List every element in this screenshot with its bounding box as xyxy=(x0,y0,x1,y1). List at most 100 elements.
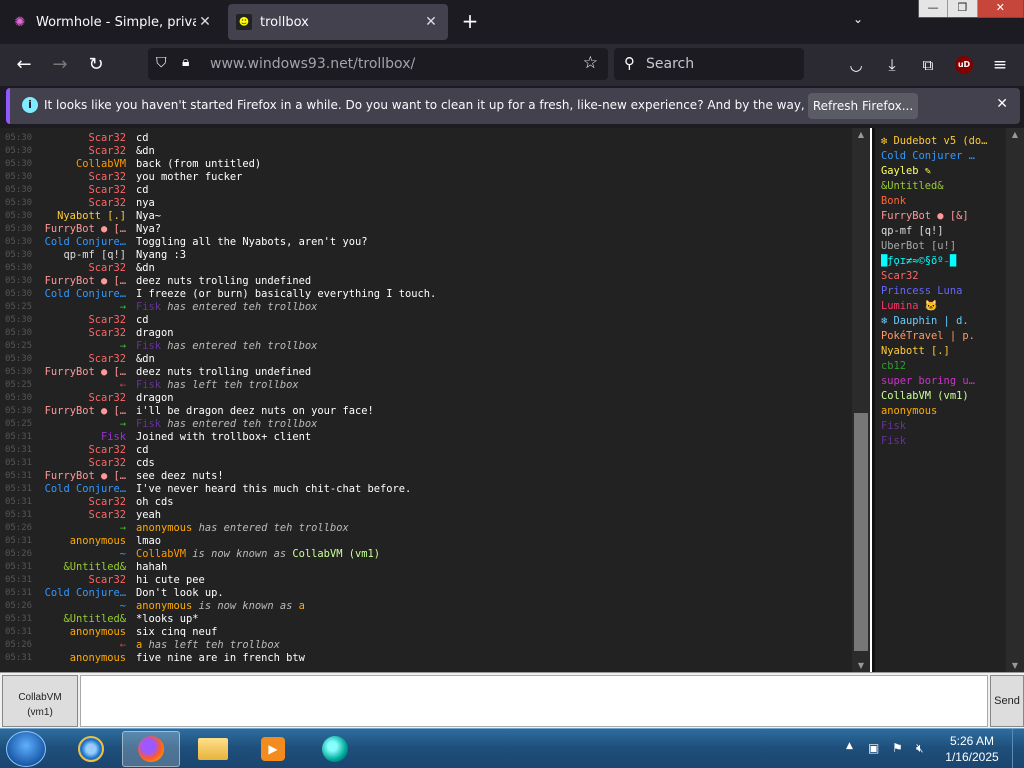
message-nick[interactable]: Scar32 xyxy=(30,314,126,327)
user-list-item[interactable]: ❇ Dudebot v5 (do… xyxy=(881,134,1007,149)
message-nick[interactable]: Nyabott [.] xyxy=(30,210,126,223)
message-nick[interactable]: Scar32 xyxy=(30,392,126,405)
chat-log[interactable]: 05:30 Scar32 cd 05:30 Scar32 &dn 05:30 CollabVM… xyxy=(0,128,870,672)
message-nick[interactable]: Fisk xyxy=(30,431,126,444)
taskbar-internet-explorer[interactable] xyxy=(62,731,120,767)
message-nick[interactable]: Scar32 xyxy=(30,132,126,145)
user-list-item[interactable]: super boring u… xyxy=(881,374,1007,389)
message-nick[interactable]: Scar32 xyxy=(30,574,126,587)
volume-muted-icon[interactable]: 🔇︎ xyxy=(916,741,924,756)
user-list-item[interactable]: Princess Luna xyxy=(881,284,1007,299)
nickname-button[interactable]: CollabVM (vm1) xyxy=(2,675,78,727)
menu-icon[interactable]: ≡ xyxy=(986,52,1014,78)
user-list-item[interactable]: Nyabott [.] xyxy=(881,344,1007,359)
message-nick[interactable]: FurryBot ● [… xyxy=(30,366,126,379)
show-desktop-button[interactable] xyxy=(1012,729,1024,768)
refresh-firefox-button[interactable]: Refresh Firefox... xyxy=(808,93,918,119)
message-nick[interactable]: FurryBot ● [… xyxy=(30,405,126,418)
scrollbar-thumb[interactable] xyxy=(854,413,868,651)
user-list-item[interactable]: anonymous xyxy=(881,404,1007,419)
user-list-item[interactable]: Gayleb ✎ xyxy=(881,164,1007,179)
message-nick[interactable]: Scar32 xyxy=(30,184,126,197)
extensions-icon[interactable]: ⧉ xyxy=(914,52,942,78)
show-hidden-icons-icon[interactable]: ▲ xyxy=(846,741,853,751)
message-nick[interactable]: Cold Conjure… xyxy=(30,236,126,249)
new-tab-button[interactable]: + xyxy=(458,10,482,34)
message-nick[interactable]: FurryBot ● [… xyxy=(30,470,126,483)
tab-wormhole[interactable]: ✺ Wormhole - Simple, private file ✕ xyxy=(4,4,222,40)
message-nick[interactable]: Scar32 xyxy=(30,327,126,340)
url-text[interactable]: www.windows93.net/trollbox/ xyxy=(210,56,415,72)
user-list-item[interactable]: &Untitled& xyxy=(881,179,1007,194)
message-nick[interactable]: anonymous xyxy=(30,535,126,548)
minimize-button[interactable]: — xyxy=(919,0,949,17)
tab-trollbox[interactable]: ☻ trollbox ✕ xyxy=(228,4,448,40)
search-bar[interactable]: ⚲ Search xyxy=(614,48,804,80)
message-nick[interactable]: FurryBot ● [… xyxy=(30,275,126,288)
user-list-item[interactable]: FurryBot ● [&] xyxy=(881,209,1007,224)
message-nick[interactable]: Cold Conjure… xyxy=(30,483,126,496)
reload-icon[interactable]: ↻ xyxy=(82,52,110,78)
lock-icon[interactable]: 🔒︎ xyxy=(182,54,189,70)
message-nick[interactable]: Cold Conjure… xyxy=(30,288,126,301)
user-list-item[interactable]: Scar32 xyxy=(881,269,1007,284)
scroll-down-icon[interactable]: ▼ xyxy=(1006,661,1024,670)
message-nick[interactable]: Scar32 xyxy=(30,457,126,470)
user-list-item[interactable]: ❄ Dauphin | d. xyxy=(881,314,1007,329)
message-nick[interactable]: Scar32 xyxy=(30,496,126,509)
list-all-tabs-icon[interactable]: ⌄ xyxy=(848,12,868,32)
taskbar-explorer[interactable] xyxy=(184,731,242,767)
message-nick[interactable]: &Untitled& xyxy=(30,561,126,574)
action-center-flag-icon[interactable]: ⚑ xyxy=(892,741,903,755)
scroll-up-icon[interactable]: ▲ xyxy=(852,130,870,139)
maximize-button[interactable]: ❐ xyxy=(948,0,978,17)
user-list-item[interactable]: █ƒǫɪ≠≈©§õº₋█ xyxy=(881,254,1007,269)
message-nick[interactable]: Scar32 xyxy=(30,444,126,457)
message-nick[interactable]: qp-mf [q!] xyxy=(30,249,126,262)
ublock-origin-icon[interactable]: uD xyxy=(955,56,973,74)
clock[interactable]: 5:26 AM 1/16/2025 xyxy=(940,733,1004,765)
user-list-item[interactable]: UberBot [u!] xyxy=(881,239,1007,254)
message-nick[interactable]: Scar32 xyxy=(30,262,126,275)
scroll-up-icon[interactable]: ▲ xyxy=(1006,130,1024,139)
close-tab-icon[interactable]: ✕ xyxy=(196,14,214,30)
downloads-icon[interactable]: ⤓ xyxy=(878,52,906,78)
forward-icon[interactable]: → xyxy=(46,52,74,78)
scroll-down-icon[interactable]: ▼ xyxy=(852,661,870,670)
message-nick[interactable]: FurryBot ● [… xyxy=(30,223,126,236)
close-icon[interactable]: ✕ xyxy=(996,96,1008,112)
close-window-button[interactable]: ✕ xyxy=(977,0,1023,17)
user-list-item[interactable]: CollabVM (vm1) xyxy=(881,389,1007,404)
tracking-shield-icon[interactable]: ⛉ xyxy=(156,55,167,71)
message-nick[interactable]: Cold Conjure… xyxy=(30,587,126,600)
message-input[interactable] xyxy=(80,675,988,727)
user-list-item[interactable]: Fisk xyxy=(881,434,1007,449)
user-list-item[interactable]: Lumina 🐱 xyxy=(881,299,1007,314)
bookmark-star-icon[interactable]: ☆ xyxy=(583,53,598,73)
message-nick[interactable]: &Untitled& xyxy=(30,613,126,626)
pocket-icon[interactable]: ◡ xyxy=(842,52,870,78)
url-bar[interactable]: ⛉ 🔒︎ www.windows93.net/trollbox/ ☆ xyxy=(148,48,608,80)
user-list-item[interactable]: Cold Conjurer … xyxy=(881,149,1007,164)
taskbar-media-player[interactable]: ▶ xyxy=(244,731,302,767)
message-nick[interactable]: anonymous xyxy=(30,626,126,639)
start-button[interactable] xyxy=(6,731,46,767)
user-list-item[interactable]: PokéTravel | p. xyxy=(881,329,1007,344)
back-icon[interactable]: ← xyxy=(10,52,38,78)
message-nick[interactable]: Scar32 xyxy=(30,509,126,522)
userlist-scrollbar[interactable]: ▲ ▼ xyxy=(1006,128,1024,672)
message-nick[interactable]: Scar32 xyxy=(30,353,126,366)
user-list-item[interactable]: cb12 xyxy=(881,359,1007,374)
message-nick[interactable]: anonymous xyxy=(30,652,126,665)
message-nick[interactable]: Scar32 xyxy=(30,171,126,184)
network-icon[interactable]: ▣ xyxy=(868,741,879,755)
message-nick[interactable]: Scar32 xyxy=(30,145,126,158)
close-tab-icon[interactable]: ✕ xyxy=(422,14,440,30)
message-nick[interactable]: CollabVM xyxy=(30,158,126,171)
taskbar-app[interactable] xyxy=(306,731,364,767)
message-nick[interactable]: Scar32 xyxy=(30,197,126,210)
chat-scrollbar[interactable]: ▲ ▼ xyxy=(852,128,870,672)
user-list-item[interactable]: Bonk xyxy=(881,194,1007,209)
taskbar-firefox[interactable] xyxy=(122,731,180,767)
user-list-item[interactable]: qp-mf [q!] xyxy=(881,224,1007,239)
